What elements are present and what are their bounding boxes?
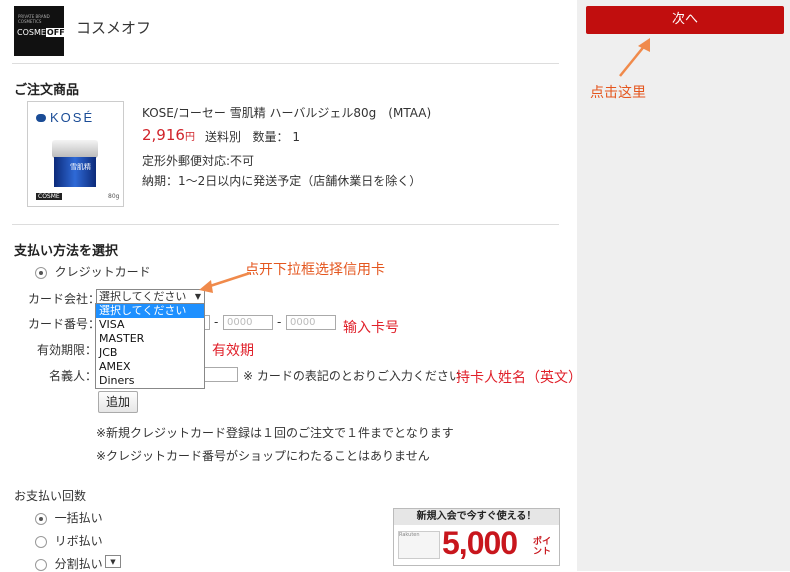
card-company-select[interactable]: 選択してください ▼ [96,289,205,304]
jar-label: 雪肌精 [70,163,91,171]
order-section-title: ご注文商品 [14,83,80,98]
kose-brand-icon [36,114,46,122]
annotation-card-number: 输入卡号 [343,320,399,336]
quantity-label: 数量： [252,130,289,144]
payment-method-option[interactable]: クレジットカード [35,263,151,280]
dropdown-option[interactable]: AMEX [96,360,204,374]
installment-count-select[interactable]: ▼ [105,555,121,568]
divider [12,63,559,64]
brand-logo: KOSÉ [50,110,95,125]
holder-note: ※ カードの表記のとおりご入力ください [243,369,461,383]
banner-headline: 新規入会で今すぐ使える！ [394,509,559,525]
banner-unit: ポイント [533,537,552,557]
radio-revolving[interactable] [35,535,47,548]
dropdown-option[interactable]: 選択してください [96,304,204,318]
divider [12,224,559,225]
radio-split[interactable] [35,558,47,571]
chevron-down-icon: ▼ [110,558,116,566]
annotation-open-dropdown: 点开下拉框选择信用卡 [245,262,385,278]
banner-amount: 5,000 [442,525,518,561]
annotation-click-here: 点击这里 [590,85,646,101]
next-button[interactable]: 次へ [586,6,784,34]
card-note-limit: ※新規クレジットカード登録は１回のご注文で１件までとなります [96,426,454,440]
cosme-badge: COSME [36,193,62,200]
dropdown-option[interactable]: VISA [96,318,204,332]
product-image[interactable]: KOSÉ 雪肌精 COSME 80g [27,101,124,207]
annotation-arrow-dropdown [199,271,251,293]
shipping-label: 送料別 [205,130,242,144]
payment-section-title: 支払い方法を選択 [14,244,119,259]
installments-title: お支払い回数 [14,489,87,503]
installment-option[interactable]: 一括払い [35,509,103,526]
annotation-arrow-next [619,38,650,77]
credit-card-image: Rakuten [398,531,440,559]
card-number-label: カード番号： [28,317,101,331]
annotation-expiry: 有效期 [212,343,254,359]
card-note-privacy: ※クレジットカード番号がショップにわたることはありません [96,449,430,463]
product-note-shipping: 定形外郵便対応:不可 [142,154,255,168]
card-company-label: カード会社： [28,292,101,306]
card-number-dash: - [277,315,282,329]
radio-lump-sum[interactable] [35,512,47,525]
radio-credit-card[interactable] [35,266,47,279]
shop-name[interactable]: コスメオフ [76,17,151,38]
expiry-label: 有効期限： [37,343,98,357]
product-meta: 送料別 数量： 1 [205,128,300,145]
checkout-panel: PRIVATE BRAND COSMETICS COSMEOFF コスメオフ ご… [0,0,582,572]
holder-label: 名義人： [49,369,98,383]
dropdown-option[interactable]: MASTER [96,332,204,346]
annotation-holder-name: 持卡人姓名（英文） [456,370,582,386]
card-number-field-3[interactable]: 0000 [223,315,273,330]
card-number-dash: - [214,315,219,329]
installment-label: 一括払い [54,511,103,525]
card-company-select-value: 選択してください [99,290,187,303]
quantity-value: 1 [292,130,300,144]
jar-lid [52,140,98,158]
product-price: 2,916円 [142,126,195,144]
card-number-field-4[interactable]: 0000 [286,315,336,330]
weight-label: 80g [108,193,120,200]
logo-wordmark: COSMEOFF [17,28,66,37]
product-title[interactable]: KOSE/コーセー 雪肌精 ハーバルジェル80g (MTAA) [142,104,431,121]
product-note-delivery: 納期：1～2日以内に発送予定（店舗休業日を除く） [142,174,422,188]
logo-tagline: PRIVATE BRAND COSMETICS [18,14,50,24]
dropdown-option[interactable]: JCB [96,346,204,360]
promo-banner[interactable]: 新規入会で今すぐ使える！ Rakuten 5,000 ポイント [393,508,560,566]
installment-label: リボ払い [54,534,103,548]
shop-logo[interactable]: PRIVATE BRAND COSMETICS COSMEOFF [14,6,66,56]
installment-option[interactable]: 分割払い [35,555,103,572]
add-card-button[interactable]: 追加 [98,391,138,413]
card-company-dropdown[interactable]: 選択してください VISA MASTER JCB AMEX Diners [95,303,205,389]
payment-method-label: クレジットカード [54,265,151,279]
installment-option[interactable]: リボ払い [35,532,103,549]
installment-label: 分割払い [54,557,103,571]
holder-name-field[interactable] [204,367,238,382]
dropdown-option[interactable]: Diners [96,374,204,388]
